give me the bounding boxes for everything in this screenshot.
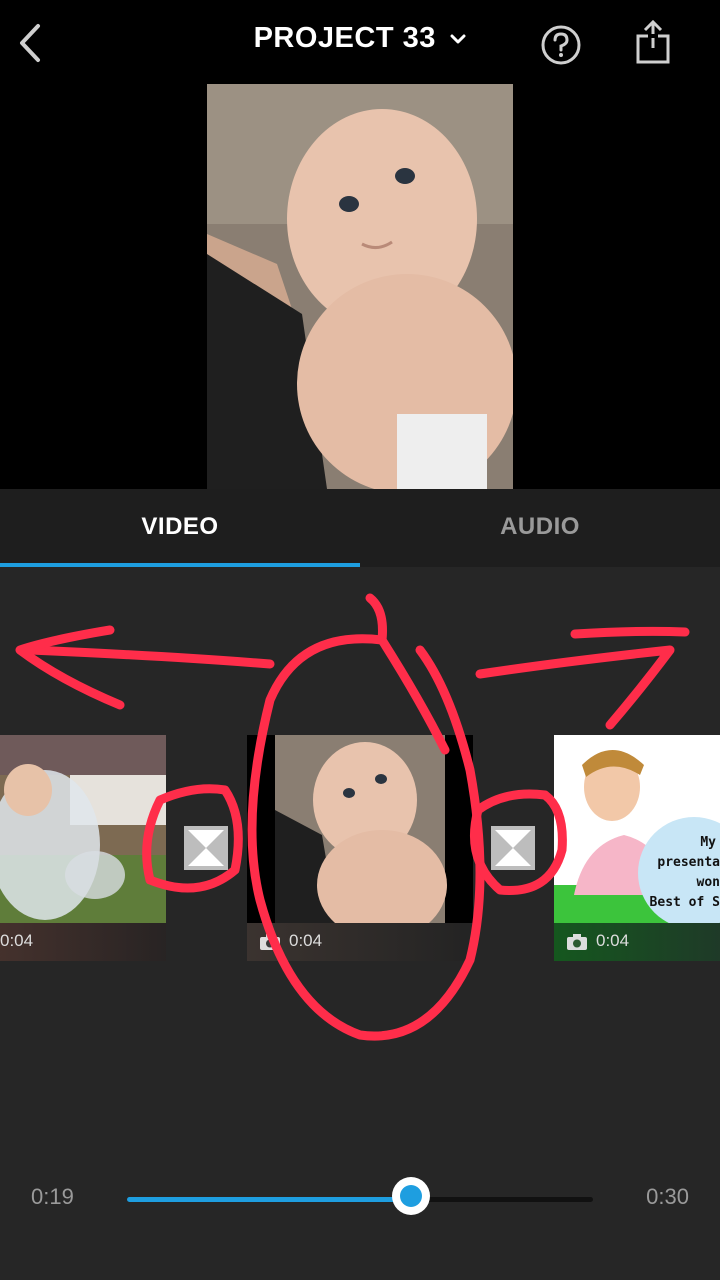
project-title: PROJECT 33: [253, 22, 436, 54]
transition-icon: [491, 826, 535, 870]
video-preview[interactable]: [0, 84, 720, 489]
preview-photo-baby: [207, 84, 513, 489]
total-time: 0:30: [646, 1184, 689, 1209]
clip-footer: 0:04: [247, 923, 473, 961]
current-time: 0:19: [31, 1184, 74, 1209]
clip-duration: 0:04: [289, 931, 323, 950]
camera-icon: [260, 934, 280, 950]
overlay-line: My: [700, 835, 716, 850]
camera-icon: [567, 934, 587, 950]
clip-footer: 0:04: [554, 923, 720, 961]
tab-video[interactable]: VIDEO: [0, 489, 360, 567]
share-icon: [636, 19, 670, 64]
clip-2[interactable]: 0:04: [247, 735, 473, 961]
clip-duration: 0:04: [0, 931, 34, 950]
clip-thumbnail-child: [0, 735, 166, 923]
clip-thumbnail-cartoon: My presenta won Best of S: [554, 735, 720, 929]
clip-overlay-text: My presenta won Best of S: [646, 833, 720, 913]
transition-icon: [184, 826, 228, 870]
chevron-down-icon: [450, 34, 466, 44]
transition-button[interactable]: [491, 826, 535, 870]
top-bar: PROJECT 33: [0, 0, 720, 84]
overlay-line: won: [696, 875, 720, 890]
share-button[interactable]: [632, 18, 674, 68]
tab-bar: VIDEO AUDIO: [0, 489, 720, 567]
clip-1[interactable]: 0:04: [0, 735, 166, 961]
clip-duration: 0:04: [596, 931, 630, 950]
help-circle-icon: [541, 25, 581, 65]
scrubber-progress: [127, 1197, 412, 1202]
clip-thumbnail-baby: [247, 735, 473, 940]
overlay-line: Best of S: [649, 895, 720, 910]
project-title-dropdown[interactable]: PROJECT 33: [0, 22, 720, 55]
help-button[interactable]: [540, 24, 582, 66]
transition-button[interactable]: [184, 826, 228, 870]
scrubber-thumb[interactable]: [392, 1177, 431, 1215]
clip-3[interactable]: My presenta won Best of S 0:04: [554, 735, 720, 961]
overlay-line: presenta: [657, 855, 720, 870]
tab-audio[interactable]: AUDIO: [360, 489, 720, 567]
clip-footer: 0:04: [0, 923, 166, 961]
scrubber-bar: 0:19 0:30: [0, 1170, 720, 1230]
